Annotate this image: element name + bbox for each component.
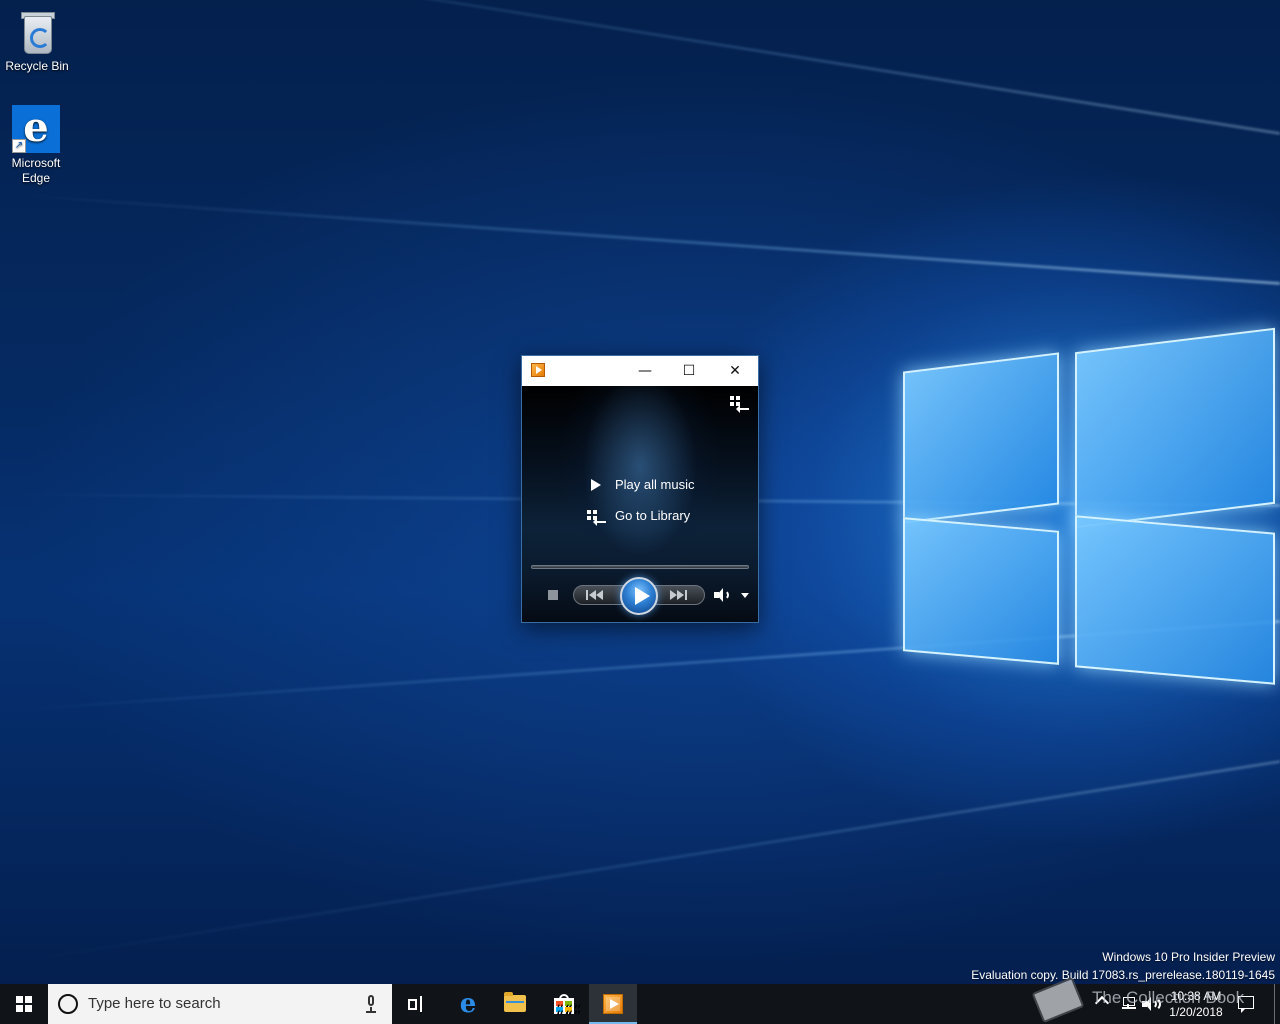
build-watermark-line2: Evaluation copy. Build 17083.rs_prerelea… [971, 968, 1275, 982]
previous-button[interactable] [578, 586, 618, 604]
cortana-icon [58, 994, 78, 1014]
windows-logo-pane [903, 517, 1059, 665]
taskbar-edge[interactable]: e [443, 984, 491, 1024]
media-player-icon [603, 994, 623, 1014]
recycle-bin-icon [13, 8, 61, 56]
switch-to-library-icon[interactable] [728, 394, 749, 413]
desktop-icon-label: Microsoft Edge [11, 156, 61, 185]
show-desktop-button[interactable] [1274, 984, 1275, 1024]
microphone-icon[interactable] [366, 995, 376, 1013]
taskbar-task-view[interactable] [392, 984, 440, 1024]
task-view-icon [408, 996, 424, 1012]
now-playing-area: Play all music Go to Library [522, 386, 758, 622]
windows-logo-pane [1075, 327, 1275, 529]
media-player-window: — ☐ ✕ Play all music Go to Library [521, 355, 759, 623]
windows-logo-pane [903, 352, 1059, 524]
media-player-app-icon [531, 363, 545, 377]
light-beam [15, 760, 1280, 964]
volume-dropdown-icon[interactable] [741, 593, 749, 598]
play-icon [584, 474, 606, 496]
book-logo-icon [1030, 976, 1086, 1024]
taskbar: Type here to search e 10:38 AM 1/20/2018 [0, 984, 1280, 1024]
light-beam [15, 0, 1280, 135]
windows-logo-pane [1075, 515, 1275, 685]
light-beam [3, 192, 1280, 285]
library-icon [584, 505, 606, 527]
shortcut-arrow-icon: ↗ [12, 139, 26, 153]
start-button[interactable] [0, 984, 48, 1024]
play-button[interactable] [620, 577, 658, 615]
maximize-button[interactable]: ☐ [666, 356, 712, 386]
folder-icon [504, 992, 526, 1012]
volume-icon[interactable] [714, 588, 732, 602]
overlay-watermark-text: The Collection Book [1092, 988, 1245, 1007]
seek-bar[interactable] [531, 565, 749, 569]
store-icon [554, 994, 574, 1014]
desktop-icon-recycle-bin[interactable]: Recycle Bin [2, 8, 72, 74]
taskbar-file-explorer[interactable] [491, 984, 539, 1024]
stop-button[interactable] [548, 590, 558, 600]
search-placeholder: Type here to search [88, 995, 221, 1012]
build-watermark-line1: Windows 10 Pro Insider Preview [1102, 950, 1275, 964]
desktop-icon-label: Recycle Bin [5, 59, 69, 73]
edge-icon: e [459, 989, 477, 1019]
taskbar-store[interactable] [540, 984, 588, 1024]
close-button[interactable]: ✕ [712, 356, 758, 386]
desktop-icon-microsoft-edge[interactable]: e ↗ Microsoft Edge [1, 105, 71, 186]
minimize-button[interactable]: — [622, 356, 668, 386]
taskbar-windows-media-player[interactable] [589, 984, 637, 1024]
next-button[interactable] [662, 586, 702, 604]
windows-logo-icon [16, 996, 32, 1012]
search-box[interactable]: Type here to search [48, 984, 392, 1024]
window-titlebar[interactable]: — ☐ ✕ [522, 356, 758, 386]
edge-icon: e ↗ [12, 105, 60, 153]
